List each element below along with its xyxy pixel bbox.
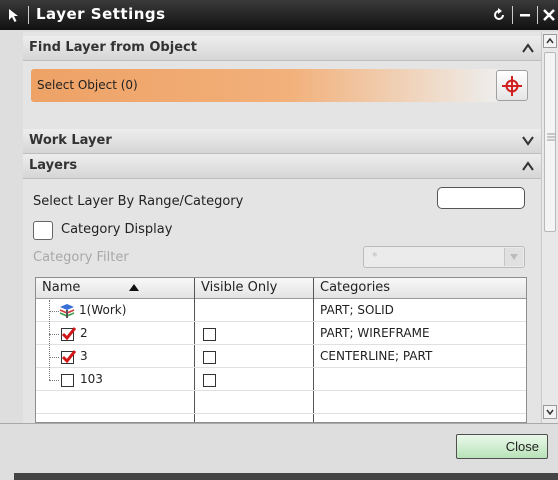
column-header-visible-only[interactable]: Visible Only: [195, 278, 313, 299]
layer-name: 2: [80, 326, 88, 340]
scroll-down-button[interactable]: [543, 405, 557, 419]
category-display-checkbox[interactable]: [33, 221, 53, 240]
layers-stack-icon: [59, 304, 75, 318]
close-window-button[interactable]: [540, 6, 558, 24]
visible-only-checkbox[interactable]: [203, 351, 216, 364]
select-object-bar[interactable]: Select Object (0): [31, 69, 499, 102]
checkmark-icon: [61, 350, 76, 364]
scrollbar-thumb[interactable]: [544, 52, 556, 232]
chevron-up-icon[interactable]: [519, 157, 537, 175]
column-divider: [194, 278, 195, 422]
minimize-button[interactable]: [516, 6, 534, 24]
tree-line: [49, 380, 59, 381]
dialog-content: Find Layer from Object Select Object (0)…: [23, 32, 541, 423]
layer-categories: PART; SOLID: [320, 303, 394, 317]
layer-range-input[interactable]: [437, 187, 525, 209]
select-object-button[interactable]: [496, 70, 528, 101]
section-label: Layers: [29, 158, 78, 173]
column-divider: [313, 278, 314, 422]
tree-line: [49, 300, 50, 380]
scroll-up-button[interactable]: [543, 34, 557, 48]
category-filter-value: *: [372, 250, 378, 263]
title-separator: [28, 6, 29, 24]
select-layer-range-label: Select Layer By Range/Category: [33, 194, 244, 209]
layer-visible-checkbox[interactable]: [61, 374, 74, 387]
title-separator: [512, 6, 513, 24]
layer-settings-dialog: Layer Settings Find Layer from Object Se…: [0, 0, 558, 480]
tree-line: [49, 311, 59, 312]
section-layers[interactable]: Layers: [23, 154, 541, 179]
category-filter-select[interactable]: *: [363, 246, 525, 268]
layer-visible-checkbox[interactable]: [61, 350, 76, 364]
layer-name: 103: [80, 372, 103, 386]
section-label: Find Layer from Object: [29, 40, 197, 55]
close-x-icon: [543, 9, 555, 21]
row-divider: [36, 367, 526, 368]
window-title: Layer Settings: [36, 5, 166, 23]
column-header-name[interactable]: Name: [36, 278, 194, 299]
visible-only-checkbox[interactable]: [203, 374, 216, 387]
layers-table: Name Visible Only Categories 1(Work) PAR…: [35, 277, 527, 423]
arrow-cursor-icon: [4, 5, 24, 25]
vertical-scrollbar[interactable]: [541, 32, 558, 423]
crosshair-icon: [502, 75, 522, 96]
section-work-layer[interactable]: Work Layer: [23, 129, 541, 154]
visible-only-checkbox[interactable]: [203, 328, 216, 341]
row-divider: [36, 413, 526, 414]
chevron-up-icon: [546, 38, 554, 44]
title-bar[interactable]: Layer Settings: [0, 0, 558, 30]
dropdown-arrow-icon[interactable]: [504, 248, 523, 266]
row-divider: [36, 344, 526, 345]
title-separator: [537, 6, 538, 24]
minimize-icon: [520, 14, 530, 17]
layer-name: 3: [80, 349, 88, 363]
layer-name: 1(Work): [79, 303, 127, 317]
grip-icon: [547, 133, 555, 141]
dialog-footer: Close: [0, 423, 558, 480]
category-filter-label: Category Filter: [33, 250, 129, 265]
row-divider: [36, 390, 526, 391]
reset-icon: [494, 8, 504, 20]
row-divider: [36, 321, 526, 322]
reset-button[interactable]: [490, 6, 508, 24]
layer-categories: CENTERLINE; PART: [320, 349, 433, 363]
category-display-label: Category Display: [61, 222, 173, 237]
checkmark-icon: [61, 327, 76, 341]
close-button[interactable]: Close: [456, 434, 548, 459]
chevron-up-icon[interactable]: [519, 39, 537, 57]
section-label: Work Layer: [29, 133, 112, 148]
chevron-down-icon[interactable]: [519, 132, 537, 150]
sort-ascending-icon: [129, 284, 139, 291]
tree-line: [49, 357, 59, 358]
column-header-categories[interactable]: Categories: [314, 278, 526, 299]
layer-categories: PART; WIREFRAME: [320, 326, 430, 340]
tree-line: [49, 334, 59, 335]
select-object-label: Select Object (0): [37, 78, 138, 92]
chevron-down-icon: [546, 409, 554, 415]
layer-visible-checkbox[interactable]: [61, 327, 76, 341]
section-find-layer-from-object[interactable]: Find Layer from Object: [23, 36, 541, 61]
